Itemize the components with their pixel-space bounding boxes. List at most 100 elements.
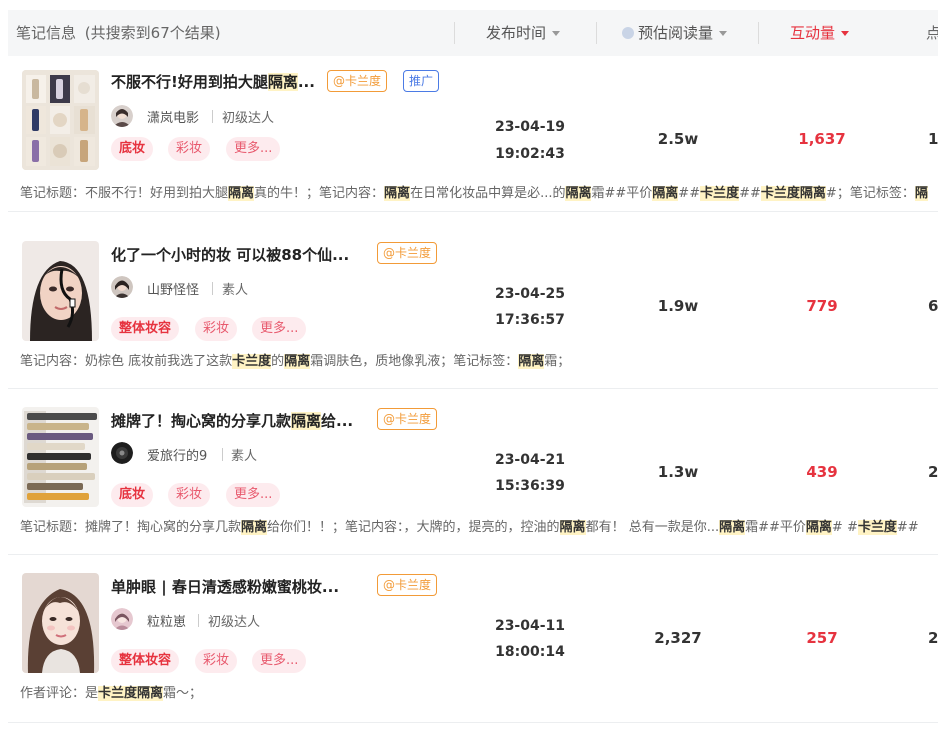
title-text: 摊牌了！掏心窝的分享几款 xyxy=(111,412,292,430)
divider xyxy=(212,282,213,295)
avatar[interactable] xyxy=(111,105,133,127)
category-tag[interactable]: 彩妆 xyxy=(168,137,211,161)
note-description: 作者评论：是卡兰度隔离霜～； xyxy=(20,682,202,701)
category-tag[interactable]: 彩妆 xyxy=(195,317,238,341)
estimated-views: 1.9w xyxy=(657,297,699,315)
keyword-highlight: 隔离 xyxy=(565,186,592,201)
keyword-highlight: 隔离 xyxy=(518,354,545,369)
engagement-label: 互动量 xyxy=(790,24,836,42)
question-icon[interactable] xyxy=(622,27,634,39)
header-divider xyxy=(454,22,455,44)
publish-date: 23-04-19 xyxy=(494,119,566,135)
author-level: 初级达人 xyxy=(208,615,261,630)
cut-off-value: 1 xyxy=(928,130,938,148)
category-tag[interactable]: 底妆 xyxy=(111,137,154,161)
author-name[interactable]: 山野怪怪 xyxy=(147,279,199,298)
brand-tag[interactable]: @卡兰度 xyxy=(377,408,438,430)
more-tags-button[interactable]: 更多... xyxy=(226,137,281,161)
sort-estimated-views[interactable]: 预估阅读量 xyxy=(622,10,728,56)
keyword-highlight: 隔离 xyxy=(284,354,311,369)
table-row[interactable]: 化了一个小时的妆 可以被88个仙... @卡兰度 山野怪怪 素人 整体妆容 彩妆… xyxy=(8,229,938,389)
desc-text: 笔记标题：不服不行！好用到拍大腿 xyxy=(20,186,229,201)
desc-text: 霜##平价 xyxy=(591,186,653,201)
keyword-highlight: 卡兰度 xyxy=(857,520,897,535)
table-row[interactable]: 摊牌了！掏心窝的分享几款隔离给... @卡兰度 爱旅行的9 素人 底妆 彩妆 更… xyxy=(8,395,938,555)
brand-tag[interactable]: @卡兰度 xyxy=(327,70,388,92)
caret-down-icon xyxy=(552,31,561,36)
publish-time: 18:00:14 xyxy=(495,644,565,660)
estimated-views: 1.3w xyxy=(657,463,699,481)
keyword-highlight: 卡兰度隔离 xyxy=(98,686,164,701)
note-thumbnail[interactable] xyxy=(22,70,99,170)
publish-time: 15:36:39 xyxy=(495,478,565,494)
desc-text: 的 xyxy=(271,354,285,369)
note-title[interactable]: 不服不行!好用到拍大腿隔离... xyxy=(111,71,315,92)
keyword-highlight: 卡兰度隔离 xyxy=(760,186,826,201)
note-title[interactable]: 单肿眼 | 春日清透感粉嫩蜜桃妆... xyxy=(111,576,339,597)
category-tag[interactable]: 底妆 xyxy=(111,483,154,507)
desc-text: 笔记标题：摊牌了！掏心窝的分享几款 xyxy=(20,520,242,535)
more-tags-button[interactable]: 更多... xyxy=(226,483,281,507)
desc-text: # # xyxy=(831,520,858,535)
desc-text: 在日常化妆品中算是必...的 xyxy=(410,186,566,201)
category-tag[interactable]: 彩妆 xyxy=(195,649,238,673)
desc-text: ## xyxy=(678,186,701,201)
note-description: 笔记标题：摊牌了！掏心窝的分享几款隔离给你们！！；笔记内容：，大牌的，提亮的，控… xyxy=(20,516,919,535)
estimated-views-label: 预估阅读量 xyxy=(638,24,714,42)
note-thumbnail[interactable] xyxy=(22,573,99,673)
desc-text: 霜调肤色，质地像乳液；笔记标签： xyxy=(310,354,519,369)
author-name[interactable]: 粒粒崽 xyxy=(147,611,186,630)
author-level: 素人 xyxy=(231,449,258,464)
sort-engagement[interactable]: 互动量 xyxy=(790,10,850,56)
keyword-highlight: 隔 xyxy=(914,186,928,201)
table-row[interactable]: 不服不行!好用到拍大腿隔离... @卡兰度 推广 潇岚电影 初级达人 底妆 彩妆… xyxy=(8,62,938,212)
category-tag[interactable]: 整体妆容 xyxy=(111,317,180,341)
category-tag[interactable]: 整体妆容 xyxy=(111,649,180,673)
note-description: 笔记内容：奶棕色 底妆前我选了这款卡兰度的隔离霜调肤色，质地像乳液；笔记标签：隔… xyxy=(20,350,570,369)
desc-text: ## xyxy=(896,520,919,535)
keyword-highlight: 卡兰度 xyxy=(232,354,272,369)
publish-date: 23-04-25 xyxy=(494,286,566,302)
avatar[interactable] xyxy=(111,608,133,630)
desc-text: 给你们！！；笔记内容：，大牌的，提亮的，控油的 xyxy=(267,520,560,535)
note-title[interactable]: 化了一个小时的妆 可以被88个仙... xyxy=(111,244,349,265)
keyword-highlight: 隔离 xyxy=(652,186,679,201)
promotion-tag: 推广 xyxy=(403,70,440,92)
author-name[interactable]: 潇岚电影 xyxy=(147,107,199,126)
author-name[interactable]: 爱旅行的9 xyxy=(147,445,207,464)
publish-time: 17:36:57 xyxy=(495,312,565,328)
note-thumbnail[interactable] xyxy=(22,407,99,507)
brand-tag[interactable]: @卡兰度 xyxy=(377,574,438,596)
avatar[interactable] xyxy=(111,276,133,298)
note-info-header: 笔记信息 (共搜索到67个结果) xyxy=(16,10,221,56)
category-tag[interactable]: 彩妆 xyxy=(168,483,211,507)
desc-text: #；笔记标签： xyxy=(825,186,915,201)
desc-text: 霜； xyxy=(544,354,571,369)
keyword-highlight: 隔离 xyxy=(241,520,268,535)
keyword-highlight: 隔离 xyxy=(719,520,746,535)
sort-publish-time[interactable]: 发布时间 xyxy=(486,10,561,56)
desc-text: 霜～； xyxy=(163,686,203,701)
brand-tag[interactable]: @卡兰度 xyxy=(377,242,438,264)
note-thumbnail[interactable] xyxy=(22,241,99,341)
divider xyxy=(222,448,223,461)
desc-text: 都有！ 总有一款是你... xyxy=(585,520,720,535)
title-text: 不服不行!好用到拍大腿 xyxy=(111,73,268,91)
cut-off-value: 2 xyxy=(928,463,938,481)
avatar[interactable] xyxy=(111,442,133,464)
desc-text: 霜##平价 xyxy=(745,520,806,535)
more-tags-button[interactable]: 更多... xyxy=(252,649,307,673)
title-tail: 给... xyxy=(321,412,354,430)
publish-time: 19:02:43 xyxy=(495,146,565,162)
table-row[interactable]: 单肿眼 | 春日清透感粉嫩蜜桃妆... @卡兰度 粒粒崽 初级达人 整体妆容 彩… xyxy=(8,561,938,723)
note-title[interactable]: 摊牌了！掏心窝的分享几款隔离给... xyxy=(111,410,353,431)
title-highlight: 隔离 xyxy=(291,412,322,430)
note-description: 笔记标题：不服不行！好用到拍大腿隔离真的牛！；笔记内容：隔离在日常化妆品中算是必… xyxy=(20,182,928,201)
table-header: 笔记信息 (共搜索到67个结果) 发布时间 预估阅读量 互动量 点 xyxy=(8,10,938,56)
desc-text: ## xyxy=(739,186,761,201)
engagement-count: 1,637 xyxy=(798,130,846,148)
author-level: 素人 xyxy=(222,283,249,298)
more-tags-button[interactable]: 更多... xyxy=(252,317,307,341)
keyword-highlight: 隔离 xyxy=(384,186,411,201)
caret-down-icon xyxy=(719,31,728,36)
